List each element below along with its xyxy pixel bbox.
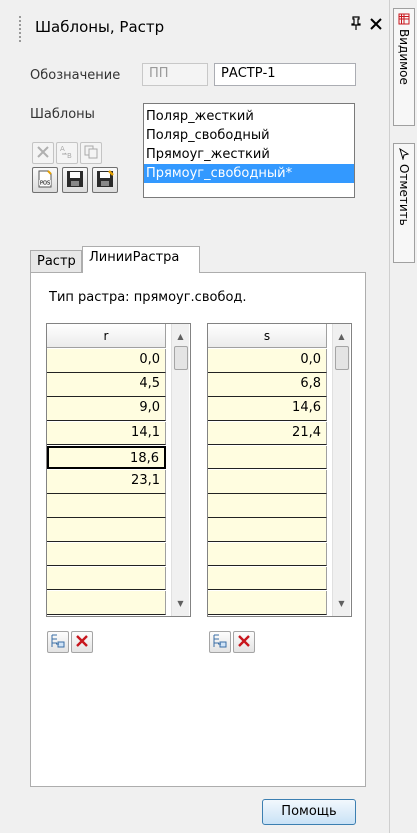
tab-mark[interactable]: Отметить	[393, 143, 415, 263]
delete-template-button[interactable]	[32, 142, 54, 164]
designation-label: Обозначение	[30, 68, 121, 83]
scrollbar-thumb[interactable]	[174, 346, 188, 370]
help-button[interactable]: Помощь	[262, 799, 356, 825]
delete-row-icon	[237, 634, 251, 651]
add-row-icon	[50, 633, 66, 652]
cursor-icon	[397, 147, 411, 161]
s-value-cell[interactable]	[208, 494, 327, 518]
r-value-cell[interactable]	[47, 518, 166, 542]
panel-title: Шаблоны, Растр	[35, 18, 165, 36]
s-value-cell[interactable]	[208, 445, 327, 470]
template-item[interactable]: Прямоуг_жесткий	[144, 145, 354, 164]
add-row-icon	[212, 633, 228, 652]
templates-label: Шаблоны	[30, 107, 95, 122]
template-item[interactable]: Поляр_свободный	[144, 126, 354, 145]
rename-icon: AB	[59, 144, 75, 163]
r-add-row-button[interactable]	[47, 631, 69, 653]
s-add-row-button[interactable]	[209, 631, 231, 653]
designation-prefix-field: ПП	[142, 63, 208, 86]
scroll-up-icon[interactable]: ▲	[172, 328, 189, 345]
save-icon	[66, 170, 84, 191]
scroll-down-icon[interactable]: ▼	[172, 595, 189, 612]
raster-type-label: Тип растра: прямоуг.свобод.	[49, 290, 247, 305]
r-value-cell[interactable]: 23,1	[47, 470, 166, 494]
r-value-cell[interactable]: 14,1	[47, 421, 166, 446]
copy-template-button[interactable]	[80, 142, 102, 164]
panel-grip[interactable]	[19, 16, 21, 42]
save-as-icon	[96, 169, 114, 191]
scroll-down-icon[interactable]: ▼	[333, 595, 350, 612]
templates-list[interactable]: Поляр_жесткий Поляр_свободный Прямоуг_же…	[143, 103, 355, 198]
scroll-up-icon[interactable]: ▲	[333, 328, 350, 345]
save-template-button[interactable]	[62, 167, 88, 193]
s-value-cell[interactable]: 14,6	[208, 397, 327, 421]
tab-visible-label: Видимое	[397, 29, 411, 85]
svg-text:A: A	[60, 145, 65, 153]
close-icon[interactable]	[370, 15, 382, 34]
r-value-cell[interactable]: 0,0	[47, 349, 166, 373]
r-value-cell[interactable]	[47, 542, 166, 567]
s-values-grid[interactable]: s 0,0 6,8 14,6 21,4 ▲ ▼	[207, 323, 352, 617]
scrollbar-thumb[interactable]	[335, 346, 349, 370]
template-item-selected[interactable]: Прямоуг_свободный*	[144, 164, 354, 183]
r-grid-scrollbar[interactable]: ▲ ▼	[171, 324, 189, 616]
r-column-header[interactable]: r	[47, 324, 166, 348]
tab-raster-lines[interactable]: ЛинииРастра	[82, 246, 200, 273]
tab-visible[interactable]: Видимое	[393, 8, 415, 126]
delete-icon	[36, 145, 50, 162]
rename-template-button[interactable]: AB	[56, 142, 78, 164]
svg-text:B: B	[67, 152, 72, 160]
save-as-template-button[interactable]	[92, 167, 118, 193]
import-template-button[interactable]: POS	[32, 167, 58, 193]
r-value-cell[interactable]	[47, 591, 166, 615]
r-values-grid[interactable]: r 0,0 4,5 9,0 14,1 18,6 23,1 ▲ ▼	[46, 323, 191, 617]
delete-row-icon	[75, 634, 89, 651]
s-value-cell[interactable]: 6,8	[208, 373, 327, 397]
side-tab-strip: Видимое Отметить	[389, 0, 417, 833]
copy-icon	[84, 145, 98, 162]
pin-icon[interactable]	[350, 16, 362, 34]
tab-mark-label: Отметить	[397, 164, 411, 226]
r-value-cell[interactable]: 9,0	[47, 397, 166, 421]
tab-raster[interactable]: Растр	[30, 250, 82, 273]
r-delete-row-button[interactable]	[71, 631, 93, 653]
s-value-cell[interactable]	[208, 566, 327, 591]
s-grid-scrollbar[interactable]: ▲ ▼	[332, 324, 350, 616]
r-value-cell[interactable]: 4,5	[47, 373, 166, 397]
raster-lines-tab-content: Тип растра: прямоуг.свобод. r 0,0 4,5 9,0 1…	[30, 272, 366, 787]
s-delete-row-button[interactable]	[233, 631, 255, 653]
r-value-cell[interactable]	[47, 494, 166, 518]
s-column-header[interactable]: s	[208, 324, 327, 348]
s-value-cell[interactable]	[208, 470, 327, 494]
template-item[interactable]: Поляр_жесткий	[144, 107, 354, 126]
import-pos-icon: POS	[36, 169, 54, 191]
r-value-cell[interactable]	[47, 566, 166, 591]
grid-icon	[397, 13, 411, 25]
s-value-cell[interactable]	[208, 542, 327, 567]
s-value-cell[interactable]	[208, 518, 327, 542]
s-value-cell[interactable]	[208, 591, 327, 615]
s-value-cell[interactable]: 21,4	[208, 421, 327, 446]
templates-raster-panel: Шаблоны, Растр Обозначение ПП РАСТР-1 Ша…	[0, 0, 389, 833]
s-value-cell[interactable]: 0,0	[208, 349, 327, 373]
svg-text:POS: POS	[40, 180, 50, 186]
designation-input[interactable]: РАСТР-1	[214, 63, 356, 86]
r-value-cell[interactable]: 18,6	[47, 445, 166, 470]
